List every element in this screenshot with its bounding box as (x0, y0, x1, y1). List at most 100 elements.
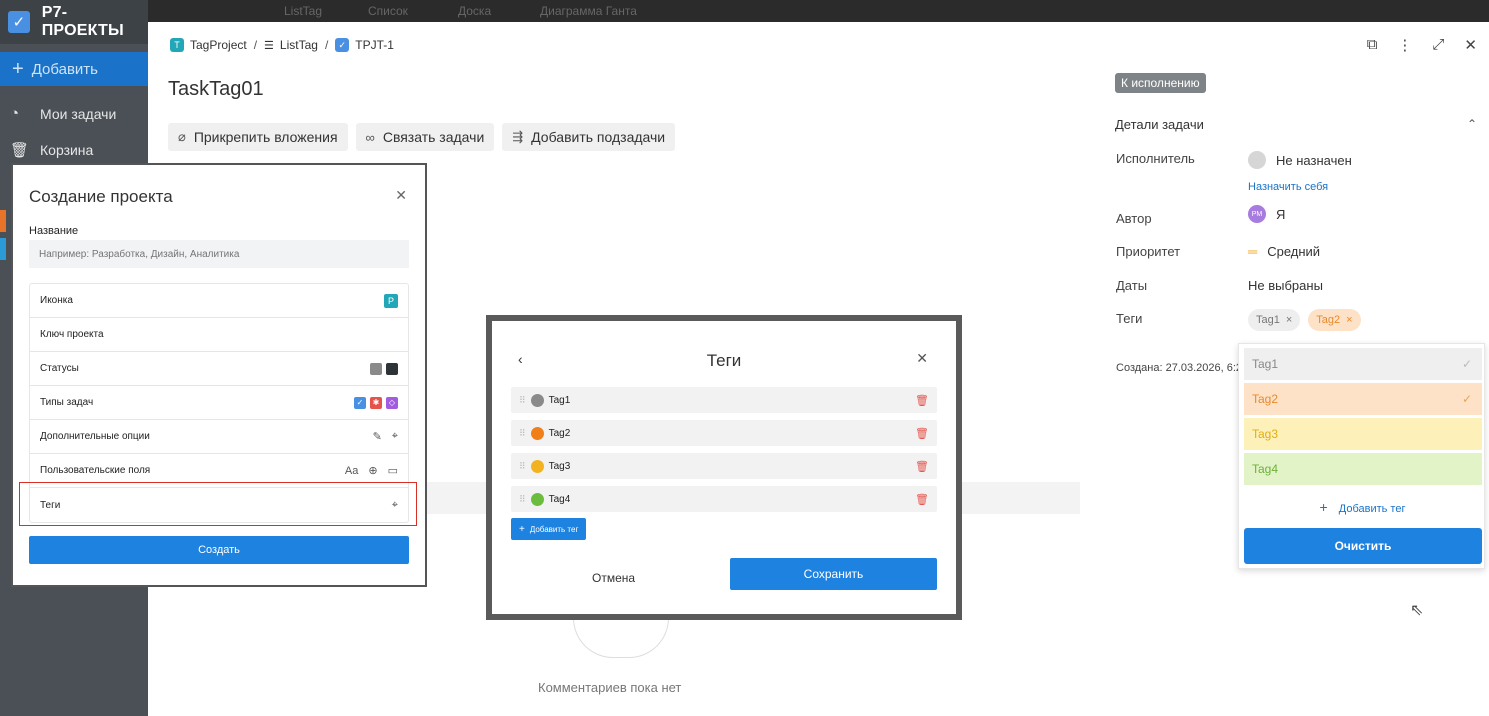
remove-tag-icon[interactable]: × (1346, 314, 1352, 326)
list-icon: ☰ (264, 39, 274, 52)
delete-icon[interactable]: 🗑 (915, 394, 929, 407)
add-button[interactable]: + Добавить (0, 52, 148, 86)
name-label: Название (29, 225, 79, 237)
dates-value[interactable]: Не выбраны (1248, 278, 1323, 293)
modal-title: Создание проекта (29, 187, 173, 206)
logo-check-icon: ✓ (8, 11, 30, 33)
tag-chip[interactable]: Tag1 × (1248, 309, 1301, 331)
create-project-modal: Создание проекта ✕ Название Иконка P Клю… (11, 163, 427, 587)
tag-row[interactable]: ⠿ Tag4 🗑 (511, 486, 937, 512)
sidebar-project-marker (0, 210, 6, 232)
priority-medium-icon: ═ (1248, 244, 1258, 259)
dropdown-tag-item[interactable]: Tag2 ✓ (1244, 383, 1482, 415)
task-title[interactable]: TaskTag01 (168, 78, 264, 101)
plus-icon: + (1319, 499, 1328, 515)
tag-row[interactable]: ⠿ Tag2 🗑 (511, 420, 937, 446)
window-controls: ⧉ ⋮ ⤢ ✕ (1347, 36, 1477, 54)
sidebar-item-trash[interactable]: 🗑 Корзина (10, 141, 93, 159)
tag-color-dot[interactable] (530, 492, 544, 506)
tab-listtag[interactable]: ListTag (284, 4, 322, 18)
dropdown-add-tag-button[interactable]: + Добавить тег (1239, 499, 1486, 515)
tag-row[interactable]: ⠿ Tag1 🗑 (511, 387, 937, 413)
tag-color-dot[interactable] (530, 426, 544, 440)
delete-icon[interactable]: 🗑 (915, 427, 929, 440)
settings-row-icon[interactable]: Иконка P (30, 284, 408, 318)
copy-icon[interactable]: ⧉ (1367, 36, 1378, 54)
selected-tags[interactable]: Tag1 × Tag2 × (1248, 309, 1369, 331)
check-icon: ✓ (1461, 357, 1472, 371)
create-button[interactable]: Создать (29, 536, 409, 564)
expand-icon[interactable]: ⤢ (1432, 36, 1444, 54)
priority-value[interactable]: ═ Средний (1248, 244, 1320, 259)
avatar: PM (1248, 205, 1266, 223)
author-value: PM Я (1248, 205, 1285, 223)
dropdown-tag-item[interactable]: Tag3 (1244, 418, 1482, 450)
drag-handle-icon[interactable]: ⠿ (519, 461, 526, 472)
breadcrumb-task[interactable]: TPJT-1 (355, 38, 394, 52)
save-button[interactable]: Сохранить (730, 558, 937, 590)
settings-row-statuses[interactable]: Статусы (30, 352, 408, 386)
settings-row-key[interactable]: Ключ проекта (30, 318, 408, 352)
assignee-value[interactable]: Не назначен (1248, 151, 1352, 169)
attach-button[interactable]: ⌀ Прикрепить вложения (168, 123, 348, 151)
breadcrumb-list[interactable]: ListTag (280, 38, 318, 52)
author-label: Автор (1116, 211, 1152, 226)
add-subtasks-button-label: Добавить подзадачи (531, 129, 666, 145)
created-date: Создана: 27.03.2026, 6:2 (1116, 362, 1243, 374)
trash-icon: 🗑 (10, 142, 30, 159)
no-comments-text: Комментариев пока нет (538, 680, 682, 695)
status-badge[interactable]: К исполнению (1115, 73, 1206, 93)
add-tag-button[interactable]: + Добавить тег (511, 518, 587, 540)
attach-button-label: Прикрепить вложения (193, 129, 338, 145)
text-field-icon: Aa (344, 464, 359, 477)
assign-self-link[interactable]: Назначить себя (1248, 181, 1328, 193)
settings-row-options[interactable]: Дополнительные опции ✎ ⌖ (30, 420, 408, 454)
project-badge-icon: T (170, 38, 184, 52)
chevron-up-icon[interactable]: ⌃ (1467, 117, 1477, 131)
app-logo[interactable]: ✓ Р7-ПРОЕКТЫ (0, 0, 148, 44)
clear-button[interactable]: Очистить (1244, 528, 1482, 564)
drag-handle-icon[interactable]: ⠿ (519, 494, 526, 505)
tag-color-dot[interactable] (530, 459, 544, 473)
breadcrumb-project[interactable]: TagProject (190, 38, 247, 52)
tag-color-dot[interactable] (530, 393, 544, 407)
add-subtasks-button[interactable]: ⇶ Добавить подзадачи (502, 123, 676, 151)
close-icon[interactable]: ✕ (916, 350, 928, 367)
delete-icon[interactable]: 🗑 (915, 493, 929, 506)
project-name-input[interactable] (29, 240, 409, 268)
tag-row[interactable]: ⠿ Tag3 🗑 (511, 453, 937, 479)
task-actions: ⌀ Прикрепить вложения ∞ Связать задачи ⇶… (168, 123, 683, 151)
user-avatar-icon (1248, 151, 1266, 169)
plus-icon: + (519, 523, 525, 535)
settings-row-task-types[interactable]: Типы задач ✓ ✱ ◇ (30, 386, 408, 420)
tags-row-highlight (19, 482, 417, 526)
tab-board[interactable]: Доска (458, 4, 491, 18)
delete-icon[interactable]: 🗑 (915, 460, 929, 473)
status-color-swatch (370, 362, 382, 375)
drag-handle-icon[interactable]: ⠿ (519, 428, 526, 439)
link-tasks-button[interactable]: ∞ Связать задачи (355, 123, 495, 151)
project-icon-badge: P (384, 293, 398, 308)
cancel-button[interactable]: Отмена (592, 571, 635, 585)
remove-tag-icon[interactable]: × (1286, 314, 1292, 326)
more-vertical-icon[interactable]: ⋮ (1397, 36, 1412, 54)
edit-icon: ✎ (372, 431, 382, 443)
priority-label: Приоритет (1116, 244, 1181, 259)
details-header[interactable]: Детали задачи (1115, 117, 1204, 132)
dropdown-tag-item[interactable]: Tag4 (1244, 453, 1482, 485)
tab-list[interactable]: Список (368, 4, 408, 18)
sidebar-item-my-tasks[interactable]: ◔ Мои задачи (10, 105, 116, 122)
app-name: Р7-ПРОЕКТЫ (41, 4, 124, 39)
close-icon[interactable]: ✕ (395, 187, 407, 204)
sidebar-project-marker (0, 238, 6, 260)
tag-chip[interactable]: Tag2 × (1308, 309, 1361, 331)
add-button-label: Добавить (31, 60, 98, 78)
link-icon: ∞ (365, 129, 375, 145)
drag-handle-icon[interactable]: ⠿ (519, 395, 526, 406)
tab-gantt[interactable]: Диаграмма Ганта (540, 4, 637, 18)
close-icon[interactable]: ✕ (1464, 36, 1477, 54)
dropdown-tag-item[interactable]: Tag1 ✓ (1244, 348, 1482, 380)
tags-modal: ‹ Теги ✕ ⠿ Tag1 🗑 ⠿ Tag2 🗑 ⠿ Tag3 🗑 ⠿ Ta… (492, 321, 956, 614)
dates-label: Даты (1116, 278, 1148, 293)
breadcrumb: T TagProject / ☰ ListTag / ✓ TPJT-1 (170, 38, 394, 52)
